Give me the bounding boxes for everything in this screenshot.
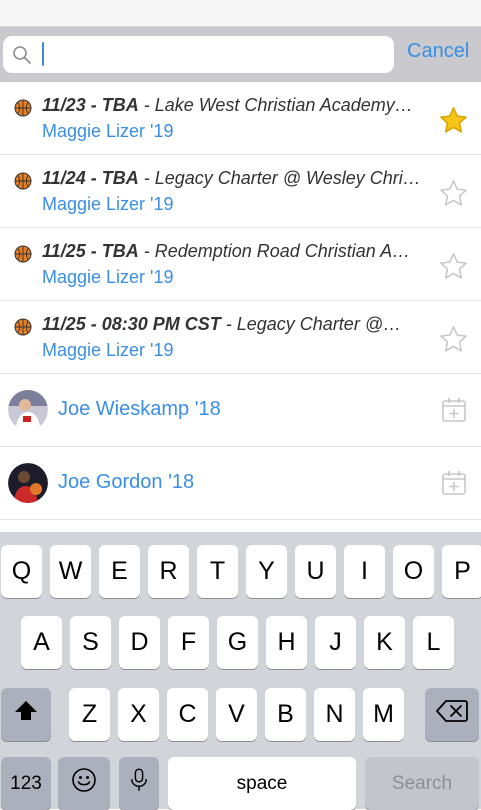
key-l[interactable]: L: [413, 616, 454, 669]
game-datetime: 11/25 - 08:30 PM CST: [42, 314, 221, 334]
game-matchup: Legacy Charter @ Wesley Chri…: [154, 168, 421, 188]
basketball-icon: [14, 318, 32, 336]
backspace-key[interactable]: [425, 688, 479, 741]
star-outline-icon[interactable]: [439, 325, 468, 354]
game-title: 11/23 - TBA - Lake West Christian Academ…: [42, 95, 426, 116]
game-player: Maggie Lizer '19: [42, 340, 174, 360]
key-i[interactable]: I: [344, 545, 385, 598]
game-separator: -: [220, 314, 237, 334]
key-y[interactable]: Y: [246, 545, 287, 598]
game-row[interactable]: 11/23 - TBA - Lake West Christian Academ…: [0, 82, 481, 155]
player-row[interactable]: Joe Wieskamp '18: [0, 374, 481, 447]
key-r[interactable]: R: [148, 545, 189, 598]
backspace-icon: [436, 699, 468, 730]
key-h[interactable]: H: [266, 616, 307, 669]
player-name: Joe Gordon '18: [58, 471, 195, 493]
key-w[interactable]: W: [50, 545, 91, 598]
game-row[interactable]: 11/25 - 08:30 PM CST - Legacy Charter @……: [0, 301, 481, 374]
key-n[interactable]: N: [314, 688, 355, 741]
key-p[interactable]: P: [442, 545, 481, 598]
key-m[interactable]: M: [363, 688, 404, 741]
game-player: Maggie Lizer '19: [42, 267, 174, 287]
key-s[interactable]: S: [70, 616, 111, 669]
game-title: 11/24 - TBA - Legacy Charter @ Wesley Ch…: [42, 168, 426, 189]
emoji-icon: [71, 767, 97, 800]
game-datetime: 11/23 - TBA: [42, 95, 139, 115]
dictation-key[interactable]: [119, 757, 159, 810]
key-o[interactable]: O: [393, 545, 434, 598]
game-row[interactable]: 11/25 - TBA - Redemption Road Christian …: [0, 228, 481, 301]
avatar: [8, 390, 48, 430]
shift-icon: [13, 698, 39, 731]
search-key[interactable]: Search: [365, 757, 479, 810]
search-icon: [13, 46, 31, 64]
key-z[interactable]: Z: [69, 688, 110, 741]
key-d[interactable]: D: [119, 616, 160, 669]
player-name: Joe Wieskamp '18: [58, 398, 221, 420]
search-bar: Cancel: [0, 27, 481, 82]
game-datetime: 11/25 - TBA: [42, 241, 139, 261]
avatar: [8, 463, 48, 503]
key-t[interactable]: T: [197, 545, 238, 598]
results-list: 11/23 - TBA - Lake West Christian Academ…: [0, 82, 481, 520]
game-matchup: Legacy Charter @…: [236, 314, 402, 334]
game-title: 11/25 - TBA - Redemption Road Christian …: [42, 241, 426, 262]
key-c[interactable]: C: [167, 688, 208, 741]
game-title: 11/25 - 08:30 PM CST - Legacy Charter @…: [42, 314, 426, 335]
key-k[interactable]: K: [364, 616, 405, 669]
key-v[interactable]: V: [216, 688, 257, 741]
calendar-add-icon[interactable]: [440, 469, 468, 497]
key-b[interactable]: B: [265, 688, 306, 741]
keyboard: Q W E R T Y U I O P A S D F G H J K L Z X C V B N M 123 space Search: [0, 532, 481, 810]
search-field[interactable]: [3, 36, 394, 75]
game-row[interactable]: 11/24 - TBA - Legacy Charter @ Wesley Ch…: [0, 155, 481, 228]
game-matchup: Lake West Christian Academy…: [154, 95, 413, 115]
cancel-button[interactable]: Cancel: [407, 40, 469, 63]
key-f[interactable]: F: [168, 616, 209, 669]
game-player: Maggie Lizer '19: [42, 121, 174, 141]
shift-key[interactable]: [1, 688, 51, 741]
space-key[interactable]: space: [168, 757, 356, 810]
key-q[interactable]: Q: [1, 545, 42, 598]
basketball-icon: [14, 99, 32, 117]
star-filled-icon[interactable]: [439, 106, 468, 135]
key-g[interactable]: G: [217, 616, 258, 669]
game-separator: -: [138, 241, 155, 261]
status-bar: [0, 0, 481, 27]
game-player: Maggie Lizer '19: [42, 194, 174, 214]
game-matchup: Redemption Road Christian A…: [154, 241, 411, 261]
key-e[interactable]: E: [99, 545, 140, 598]
star-outline-icon[interactable]: [439, 252, 468, 281]
search-input[interactable]: [48, 36, 382, 75]
key-u[interactable]: U: [295, 545, 336, 598]
player-row[interactable]: Joe Gordon '18: [0, 447, 481, 520]
text-cursor: [42, 42, 44, 66]
calendar-add-icon[interactable]: [440, 396, 468, 424]
star-outline-icon[interactable]: [439, 179, 468, 208]
game-separator: -: [138, 95, 155, 115]
basketball-icon: [14, 172, 32, 190]
basketball-icon: [14, 245, 32, 263]
microphone-icon: [130, 767, 148, 800]
key-a[interactable]: A: [21, 616, 62, 669]
key-j[interactable]: J: [315, 616, 356, 669]
game-separator: -: [138, 168, 155, 188]
game-datetime: 11/24 - TBA: [42, 168, 139, 188]
key-x[interactable]: X: [118, 688, 159, 741]
numbers-key[interactable]: 123: [1, 757, 51, 810]
emoji-key[interactable]: [58, 757, 110, 810]
